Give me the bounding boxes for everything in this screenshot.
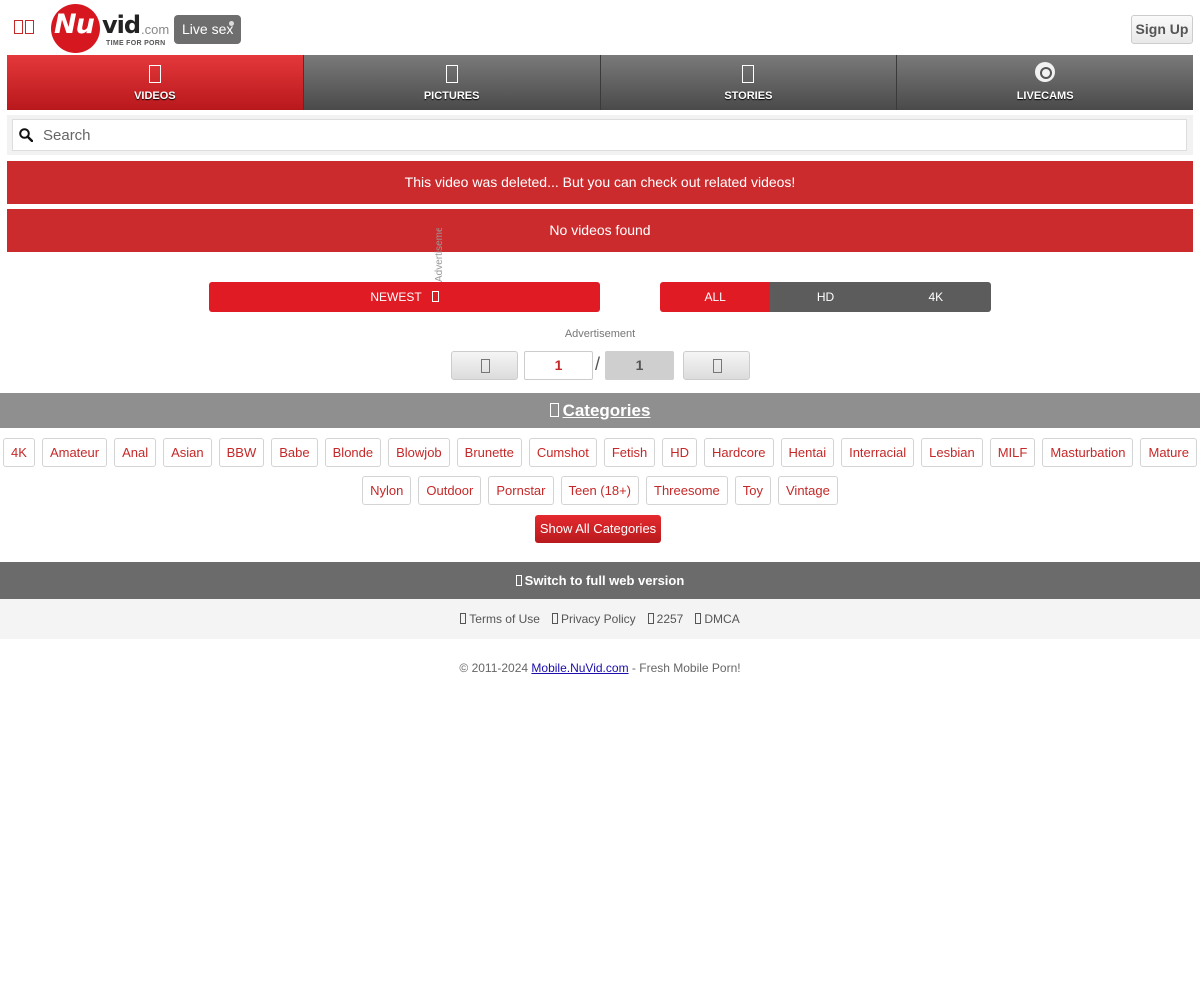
picture-icon: [445, 65, 458, 83]
site-home-link[interactable]: Mobile.NuVid.com: [531, 661, 628, 675]
page-separator: /: [595, 354, 601, 374]
ad-label: Advertisement: [564, 328, 636, 340]
live-sex-button[interactable]: Live sex: [174, 15, 241, 44]
menu-icon: [14, 20, 23, 34]
category-tag[interactable]: Blowjob: [388, 438, 450, 467]
sort-label: NEWEST: [370, 290, 422, 304]
ad-label-vertical: Advertisement: [434, 228, 445, 282]
document-icon: [460, 613, 467, 624]
copyright: © 2011-2024 Mobile.NuVid.com - Fresh Mob…: [459, 661, 741, 675]
category-tag[interactable]: Asian: [163, 438, 212, 467]
main-nav: VIDEOS PICTURES STORIES LIVECAMS: [7, 55, 1193, 110]
quality-all-button[interactable]: ALL: [660, 282, 771, 312]
search-box: [12, 119, 1187, 151]
search-icon[interactable]: [19, 128, 33, 142]
category-tag[interactable]: Vintage: [778, 476, 838, 505]
category-tag[interactable]: Mature: [1140, 438, 1197, 467]
category-tag[interactable]: Toy: [734, 476, 771, 505]
sort-caret-icon: [431, 291, 439, 302]
quality-4k-button[interactable]: 4K: [880, 282, 991, 312]
category-tag[interactable]: Blonde: [324, 438, 382, 467]
category-tag[interactable]: Anal: [114, 438, 157, 467]
category-tag[interactable]: HD: [662, 438, 698, 467]
shield-icon: [695, 613, 702, 624]
desktop-icon: [515, 575, 522, 586]
category-tag[interactable]: BBW: [218, 438, 265, 467]
menu-toggle[interactable]: [14, 20, 34, 34]
category-tag[interactable]: Fetish: [603, 438, 656, 467]
live-indicator-icon: [229, 21, 234, 26]
category-tag[interactable]: Babe: [271, 438, 318, 467]
categories-header[interactable]: Categories: [0, 393, 1200, 428]
sort-dropdown[interactable]: NEWEST: [209, 282, 600, 312]
footer-links: Terms of Use Privacy Policy 2257 DMCA: [0, 599, 1200, 639]
live-sex-label: Live sex: [182, 21, 234, 37]
nav-label: PICTURES: [423, 90, 480, 102]
page-input[interactable]: 1: [524, 351, 593, 380]
quality-filter: ALL HD 4K: [660, 282, 991, 312]
category-tag[interactable]: Teen (18+): [560, 476, 640, 505]
nav-label: VIDEOS: [134, 90, 176, 102]
video-icon: [148, 65, 161, 83]
category-tag[interactable]: MILF: [989, 438, 1036, 467]
list-icon: [549, 403, 559, 417]
category-tag[interactable]: Masturbation: [1042, 438, 1134, 467]
search-input[interactable]: [43, 120, 1173, 150]
category-tag[interactable]: Lesbian: [921, 438, 983, 467]
next-page-button[interactable]: [683, 351, 750, 380]
dmca-link[interactable]: DMCA: [695, 612, 740, 626]
lock-icon: [551, 613, 558, 624]
categories-row: 4K Amateur Anal Asian BBW Babe Blonde Blowjob Br…: [0, 438, 1200, 467]
category-tag[interactable]: Outdoor: [418, 476, 482, 505]
category-tag[interactable]: Amateur: [41, 438, 108, 467]
nav-label: STORIES: [724, 90, 773, 102]
book-icon: [742, 65, 755, 83]
category-tag[interactable]: Cumshot: [528, 438, 597, 467]
logo-vid: vid: [102, 11, 141, 39]
logo-com: .com: [141, 22, 170, 37]
sign-up-button[interactable]: Sign Up: [1131, 15, 1193, 44]
category-tag[interactable]: Pornstar: [488, 476, 554, 505]
nav-item-livecams[interactable]: LIVECAMS: [897, 55, 1193, 110]
category-tag[interactable]: 4K: [3, 438, 35, 467]
nav-label: LIVECAMS: [1016, 90, 1074, 102]
category-tag[interactable]: Hardcore: [704, 438, 774, 467]
2257-link[interactable]: 2257: [647, 612, 683, 626]
quality-hd-button[interactable]: HD: [770, 282, 881, 312]
category-tag[interactable]: Hentai: [780, 438, 835, 467]
category-tag[interactable]: Nylon: [362, 476, 412, 505]
categories-title: Categories: [562, 401, 651, 420]
show-all-categories-button[interactable]: Show All Categories: [535, 515, 661, 543]
nav-item-stories[interactable]: STORIES: [600, 55, 898, 110]
page-total: 1: [605, 351, 674, 380]
category-tag[interactable]: Threesome: [646, 476, 728, 505]
nav-item-videos[interactable]: VIDEOS: [7, 55, 304, 110]
menu-icon: [25, 20, 34, 34]
chevron-left-icon: [481, 359, 490, 373]
category-tag[interactable]: Interracial: [841, 438, 915, 467]
search-bar: [7, 115, 1193, 155]
full-version-link[interactable]: Switch to full web version: [0, 562, 1200, 599]
info-icon: [647, 613, 654, 624]
prev-page-button[interactable]: [451, 351, 518, 380]
full-version-label: Switch to full web version: [524, 573, 685, 588]
header: Nu vid .com TIME FOR PORN Live sex Sign …: [0, 0, 1200, 55]
privacy-link[interactable]: Privacy Policy: [551, 612, 636, 626]
category-tag[interactable]: Brunette: [456, 438, 522, 467]
logo-tagline: TIME FOR PORN: [106, 40, 166, 47]
site-logo[interactable]: Nu vid .com TIME FOR PORN: [51, 4, 170, 53]
logo-nu: Nu: [54, 9, 95, 40]
nav-item-pictures[interactable]: PICTURES: [303, 55, 601, 110]
no-videos-alert: No videos found: [7, 209, 1193, 252]
chevron-right-icon: [713, 359, 722, 373]
deleted-video-alert: This video was deleted... But you can ch…: [7, 161, 1193, 204]
webcam-icon: [1035, 62, 1056, 82]
categories-row: Nylon Outdoor Pornstar Teen (18+) Threesome T…: [0, 476, 1200, 505]
terms-link[interactable]: Terms of Use: [460, 612, 540, 626]
